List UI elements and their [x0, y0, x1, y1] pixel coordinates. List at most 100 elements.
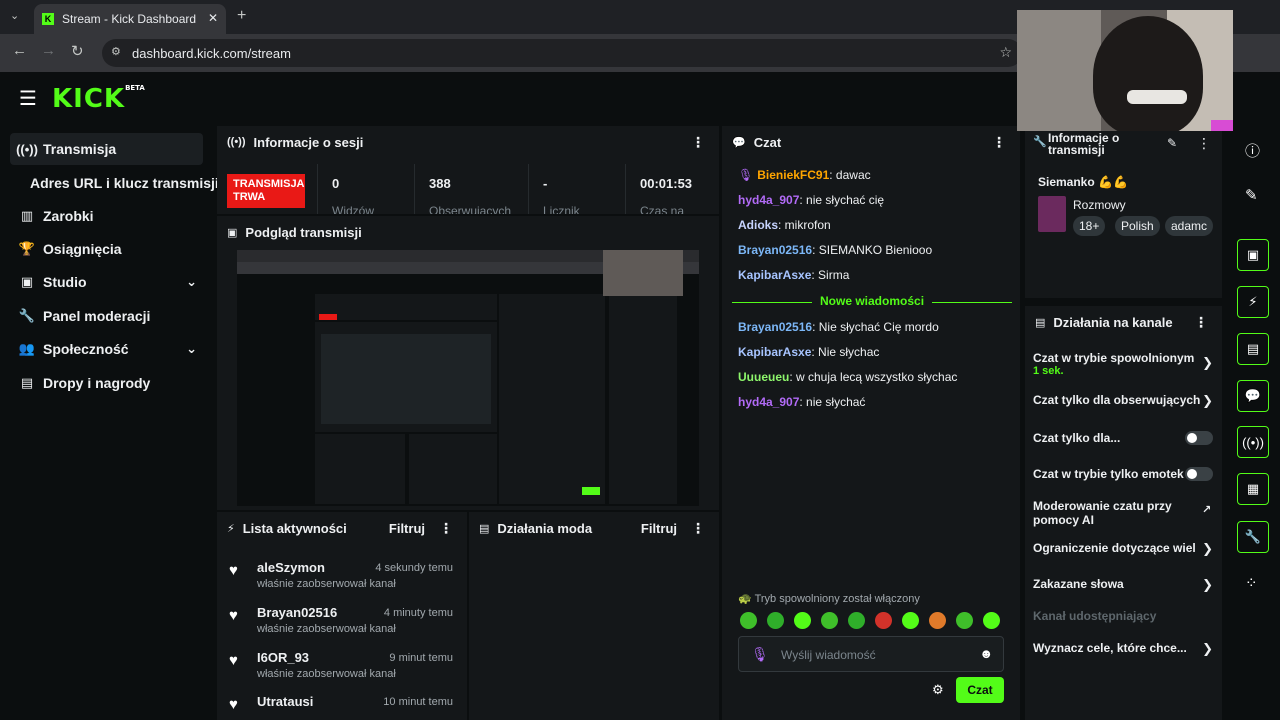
widgets-icon[interactable]: ⁘ [1245, 574, 1258, 592]
activity-user[interactable]: aleSzymon [257, 560, 325, 575]
more-options-icon[interactable]: ⋮ [1194, 314, 1208, 331]
emote-icon[interactable] [848, 612, 865, 629]
emote-icon[interactable] [902, 612, 919, 629]
banned-words-setting[interactable]: Zakazane słowa ❯ [1033, 577, 1213, 592]
wrench-icon: 🔧 [1033, 136, 1047, 148]
panel-header: ▤ Działania na kanale ⋮ [1025, 306, 1222, 338]
activity-user[interactable]: Brayan02516 [257, 605, 337, 620]
kick-logo[interactable]: KICKBETA [52, 84, 145, 114]
message-limit-setting[interactable]: Ograniczenie dotyczące wiel ❯ [1033, 541, 1213, 556]
channel-actions-toggle-button[interactable]: ▦ [1237, 473, 1269, 505]
stream-preview-video[interactable] [237, 250, 699, 506]
mic-icon[interactable]: 🎙 [751, 646, 769, 663]
goals-setting[interactable]: Wyznacz cele, które chce... ❯ [1033, 641, 1213, 656]
chat-username[interactable]: hyd4a_907 [738, 395, 799, 409]
stream-info-toggle-button[interactable]: 🔧 [1237, 521, 1269, 553]
mod-actions-toggle-button[interactable]: ▤ [1237, 333, 1269, 365]
chevron-down-icon: ⌄ [186, 274, 197, 289]
more-options-icon[interactable]: ⋮ [691, 520, 705, 537]
new-messages-divider: Nowe wiadomości [732, 294, 1012, 310]
emoji-icon[interactable]: ☻ [979, 646, 993, 661]
url-field[interactable]: ⚙ dashboard.kick.com/stream ☆ [102, 39, 1022, 67]
setting-label: Czat w trybie spowolnionym [1033, 351, 1195, 365]
back-icon[interactable]: ← [12, 42, 27, 59]
filter-button[interactable]: Filtruj [389, 521, 425, 536]
sidebar-item-stream-key[interactable]: Adres URL i klucz transmisji [30, 167, 223, 199]
sidebar-item-osiagniecia[interactable]: 🏆 Osiągnięcia [10, 233, 203, 265]
activity-toggle-button[interactable]: ⚡ [1237, 286, 1269, 318]
sharing-channel-setting: Kanał udostępniający [1033, 609, 1213, 623]
chat-username[interactable]: Brayan02516 [738, 320, 812, 334]
emote-icon[interactable] [794, 612, 811, 629]
chat-message-input[interactable]: 🎙 Wyślij wiadomość ☻ [738, 636, 1004, 672]
chat-settings-gear-icon[interactable]: ⚙ [932, 682, 944, 698]
toggle-switch[interactable] [1185, 467, 1213, 481]
emote-icon[interactable] [740, 612, 757, 629]
sidebar-item-studio[interactable]: ▣ Studio ⌄ [10, 266, 203, 298]
forward-icon[interactable]: → [41, 42, 56, 59]
ai-moderation-setting[interactable]: Moderowanie czatu przy pomocy AI ↗ [1033, 499, 1211, 527]
tag-list: 18+ Polish adamc [1073, 216, 1213, 236]
sidebar-item-panel-moderacji[interactable]: 🔧 Panel moderacji [10, 300, 203, 332]
close-tab-icon[interactable]: ✕ [208, 11, 218, 25]
reload-icon[interactable]: ↻ [71, 42, 84, 60]
more-options-icon[interactable]: ⋮ [992, 134, 1006, 151]
chat-username[interactable]: hyd4a_907 [738, 193, 799, 207]
preview-toggle-button[interactable]: ▣ [1237, 239, 1269, 271]
new-messages-label: Nowe wiadomości [820, 294, 925, 308]
emote-icon[interactable] [929, 612, 946, 629]
stat-value: 0 [332, 176, 340, 191]
chat-username[interactable]: KapibarAsxe [738, 345, 811, 359]
chat-text: : Nie słychac [811, 345, 880, 359]
chat-toggle-button[interactable]: 💬 [1237, 380, 1269, 412]
subscribers-only-setting: Czat tylko dla... [1033, 431, 1213, 445]
chevron-right-icon: ❯ [1202, 393, 1213, 408]
tag-pill[interactable]: Polish [1115, 216, 1160, 236]
followers-only-setting[interactable]: Czat tylko dla obserwujących ❯ [1033, 393, 1213, 408]
sidebar-item-dropy[interactable]: ▤ Dropy i nagrody [10, 367, 203, 399]
more-options-icon[interactable]: ⋮ [1197, 135, 1211, 152]
edit-pencil-icon[interactable]: ✎ [1167, 136, 1177, 150]
category-name[interactable]: Rozmowy [1073, 198, 1126, 212]
activity-user[interactable]: Utratausi [257, 694, 313, 709]
sidebar-item-spolecznosc[interactable]: 👥 Społeczność ⌄ [10, 333, 203, 365]
browser-tab[interactable]: K Stream - Kick Dashboard ✕ [34, 4, 226, 34]
more-options-icon[interactable]: ⋮ [691, 134, 705, 151]
setting-label: Czat w trybie tylko emotek [1033, 467, 1184, 481]
site-info-icon[interactable]: ⚙ [111, 45, 121, 58]
toggle-switch[interactable] [1185, 431, 1213, 445]
emote-icon[interactable] [875, 612, 892, 629]
info-icon[interactable]: ⓘ [1245, 140, 1260, 161]
sidebar-item-label: Zarobki [43, 208, 94, 224]
panel-title: Lista aktywności [242, 520, 347, 536]
tag-pill[interactable]: 18+ [1073, 216, 1106, 236]
panel-header: ⚡ Lista aktywności Filtruj ⋮ [217, 512, 467, 544]
chat-username[interactable]: Adioks [738, 218, 778, 232]
chat-username[interactable]: Brayan02516 [738, 243, 812, 257]
stream-info-panel: 🔧 Informacje o transmisji ✎ ⋮ Siemanko 💪💪… [1025, 126, 1222, 298]
sidebar-item-zarobki[interactable]: ▥ Zarobki [10, 200, 203, 232]
chat-text: : SIEMANKO Bieniooo [812, 243, 933, 257]
emote-icon[interactable] [821, 612, 838, 629]
edit-pencil-icon[interactable]: ✎ [1245, 186, 1258, 204]
session-toggle-button[interactable]: ((•)) [1237, 426, 1269, 458]
chat-username[interactable]: KapibarAsxe [738, 268, 811, 282]
activity-user[interactable]: I6OR_93 [257, 650, 309, 665]
stat-time: 00:01:53 Czas na [625, 164, 719, 214]
menu-icon[interactable]: ☰ [19, 86, 37, 111]
new-tab-icon[interactable]: + [237, 7, 246, 25]
bookmark-star-icon[interactable]: ☆ [999, 44, 1012, 61]
chat-username[interactable]: Uuueueu [738, 370, 789, 384]
sidebar-item-transmisja[interactable]: ((•)) Transmisja [10, 133, 203, 165]
filter-button[interactable]: Filtruj [641, 521, 677, 536]
tag-pill[interactable]: adamc [1165, 216, 1213, 236]
more-options-icon[interactable]: ⋮ [439, 520, 453, 537]
tab-search-icon[interactable]: ⌄ [10, 9, 19, 22]
emote-icon[interactable] [956, 612, 973, 629]
emote-icon[interactable] [983, 612, 1000, 629]
chat-username[interactable]: BieniekFC91 [757, 168, 829, 182]
emote-bar [740, 612, 1010, 630]
slow-mode-setting[interactable]: Czat w trybie spowolnionym 1 sek. ❯ [1033, 351, 1213, 377]
send-chat-button[interactable]: Czat [956, 677, 1004, 703]
emote-icon[interactable] [767, 612, 784, 629]
